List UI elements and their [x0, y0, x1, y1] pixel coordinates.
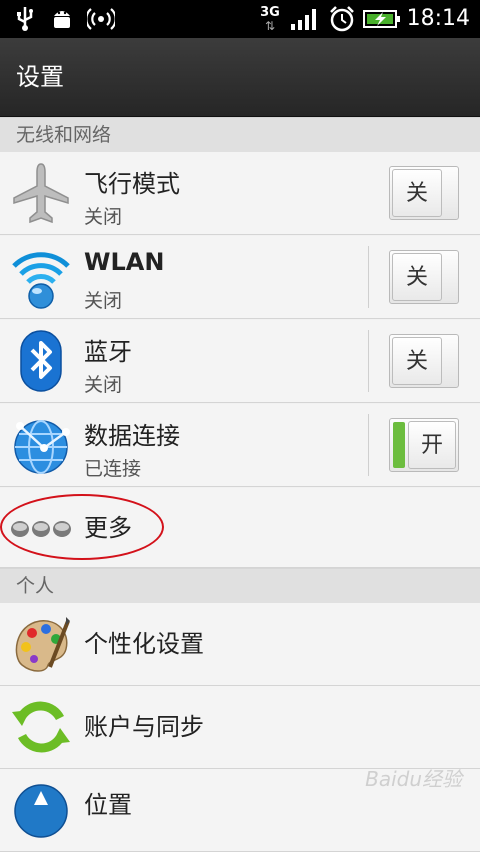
usb-icon [12, 0, 38, 38]
toggle-knob-label: 关 [392, 253, 442, 301]
clock-time: 18:14 [406, 6, 470, 31]
setting-status: 已连接 [84, 458, 142, 480]
palette-icon [10, 611, 72, 677]
android-debug-icon [48, 0, 76, 38]
signal-icon [288, 0, 322, 38]
setting-data-connection[interactable]: 数据连接 已连接 开 [0, 404, 480, 487]
setting-status: 关闭 [84, 374, 123, 396]
setting-status: 关闭 [84, 290, 123, 312]
wlan-toggle[interactable]: 关 [389, 250, 459, 304]
setting-airplane-mode[interactable]: 飞行模式 关闭 关 [0, 152, 480, 235]
page-title: 设置 [16, 63, 64, 91]
wireless-hotspot-icon [86, 0, 116, 38]
setting-label: 飞行模式 [84, 170, 180, 198]
setting-label: 数据连接 [84, 422, 180, 450]
sync-icon [10, 694, 72, 760]
airplane-icon [10, 160, 72, 226]
bluetooth-icon [10, 328, 72, 394]
watermark: Baidu经验 [365, 767, 462, 791]
setting-status: 关闭 [84, 206, 123, 228]
airplane-toggle[interactable]: 关 [389, 166, 459, 220]
red-circle-annotation [0, 494, 164, 560]
section-header-personal: 个人 [0, 568, 480, 604]
setting-personalize[interactable]: 个性化设置 [0, 603, 480, 686]
setting-label: 个性化设置 [84, 630, 204, 658]
wifi-icon [10, 244, 72, 310]
setting-label: 账户与同步 [84, 713, 204, 741]
title-bar: 设置 [0, 38, 480, 118]
setting-bluetooth[interactable]: 蓝牙 关闭 关 [0, 320, 480, 403]
alarm-icon [327, 0, 357, 38]
location-globe-icon [10, 777, 72, 843]
section-title: 无线和网络 [16, 124, 112, 146]
data-connection-toggle[interactable]: 开 [389, 418, 459, 472]
setting-label: WLAN [84, 248, 165, 276]
battery-charging-icon [362, 0, 402, 38]
setting-label: 蓝牙 [84, 338, 132, 366]
toggle-knob-label: 开 [408, 421, 456, 469]
setting-accounts-sync[interactable]: 账户与同步 [0, 686, 480, 769]
divider [368, 414, 369, 476]
network-3g-icon: 3G ⇅ [260, 5, 280, 33]
section-header-wireless: 无线和网络 [0, 117, 480, 153]
setting-wlan[interactable]: WLAN 关闭 关 [0, 236, 480, 319]
setting-label: 位置 [84, 791, 132, 819]
section-title: 个人 [16, 575, 55, 597]
divider [368, 330, 369, 392]
toggle-knob-label: 关 [392, 169, 442, 217]
divider [368, 246, 369, 308]
status-bar: 3G ⇅ 18:14 [0, 0, 480, 38]
toggle-on-indicator [393, 422, 405, 468]
bluetooth-toggle[interactable]: 关 [389, 334, 459, 388]
toggle-knob-label: 关 [392, 337, 442, 385]
globe-network-icon [10, 412, 72, 478]
